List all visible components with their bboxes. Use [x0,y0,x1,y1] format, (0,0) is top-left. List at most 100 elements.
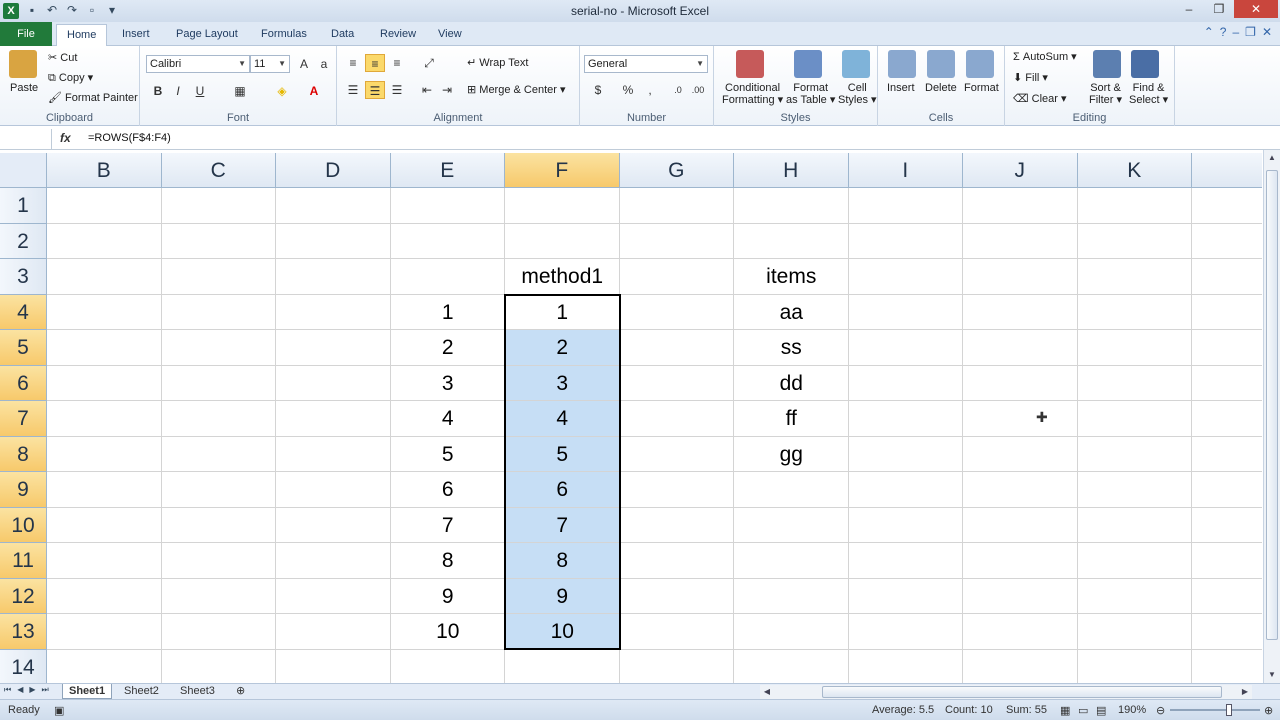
clear-button[interactable]: ⌫ Clear ▾ [1013,92,1067,105]
scroll-right-icon[interactable]: ▶ [1238,685,1252,699]
doc-close-icon[interactable]: ✕ [1262,25,1272,39]
zoom-in-icon[interactable]: ⊕ [1264,704,1273,717]
delete-cells-icon[interactable] [927,50,955,78]
row-header-8[interactable]: 8 [0,436,47,472]
font-name-select[interactable]: Calibri ▼ [146,55,250,73]
cell-f3[interactable]: method1 [505,259,620,295]
underline-button[interactable]: U [190,82,210,100]
increase-decimal-icon[interactable]: .0 [668,81,688,99]
tab-home[interactable]: Home [56,24,108,46]
cell-h3[interactable]: items [734,259,849,295]
select-all-corner[interactable] [0,153,47,188]
column-header-f[interactable]: F [505,153,620,188]
tab-page-layout[interactable]: Page Layout [166,24,248,46]
row-header-4[interactable]: 4 [0,294,47,330]
comma-button[interactable]: , [640,81,660,99]
find-select-button[interactable]: Find & Select ▾ [1129,82,1168,106]
column-header-j[interactable]: J [963,153,1078,188]
font-size-select[interactable]: 11 ▼ [250,55,290,73]
row-header-6[interactable]: 6 [0,365,47,401]
minimize-button[interactable]: – [1174,0,1204,18]
currency-icon[interactable]: $ [588,81,608,99]
find-select-icon[interactable] [1131,50,1159,78]
row-header-11[interactable]: 11 [0,543,47,579]
column-header-b[interactable]: B [47,153,162,188]
row-header-2[interactable]: 2 [0,223,47,259]
decrease-indent-icon[interactable]: ⇤ [417,81,437,99]
cell-h6[interactable]: dd [734,366,849,402]
italic-button[interactable]: I [168,82,188,100]
cell-h8[interactable]: gg [734,437,849,473]
column-header-k[interactable]: K [1077,153,1192,188]
merge-center-button[interactable]: ⊞ Merge & Center ▾ [467,83,566,96]
copy-button[interactable]: ⧉ Copy ▾ [48,71,93,85]
minimize-ribbon-icon[interactable]: ⌃ [1204,25,1214,39]
cell-e12[interactable]: 9 [391,579,506,615]
cell-e4[interactable]: 1 [391,295,506,331]
fill-button[interactable]: ⬇ Fill ▾ [1013,71,1048,84]
autosum-button[interactable]: Σ AutoSum ▾ [1013,50,1077,63]
grow-font-button[interactable]: A [294,55,314,73]
borders-icon[interactable]: ▦ [230,82,250,100]
cell-e13[interactable]: 10 [391,614,506,650]
percent-button[interactable]: % [618,81,638,99]
cell-e9[interactable]: 6 [391,472,506,508]
cut-button[interactable]: ✂ Cut [48,51,77,64]
decrease-decimal-icon[interactable]: .00 [688,81,708,99]
sheet-tab-sheet2[interactable]: Sheet2 [118,684,165,699]
tab-view[interactable]: View [428,24,472,46]
align-right-icon[interactable]: ☰ [387,81,407,99]
align-left-icon[interactable]: ☰ [343,81,363,99]
insert-cells-button[interactable]: Insert [887,82,915,94]
column-header-l[interactable]: L [1192,153,1262,188]
last-sheet-icon[interactable]: ⏭ [42,685,49,695]
new-sheet-icon[interactable]: ⊕ [230,684,251,699]
fill-color-icon[interactable]: ◈ [272,82,292,100]
column-header-h[interactable]: H [734,153,849,188]
column-header-e[interactable]: E [390,153,505,188]
horizontal-scrollbar[interactable]: ◀ ▶ [760,685,1252,699]
tab-insert[interactable]: Insert [112,24,160,46]
format-as-table-icon[interactable] [794,50,822,78]
format-cells-icon[interactable] [966,50,994,78]
insert-function-icon[interactable]: fx [60,131,71,145]
formula-input[interactable]: =ROWS(F$4:F4) [88,132,171,144]
name-box[interactable] [0,129,52,149]
font-color-icon[interactable]: A [304,82,324,100]
row-header-3[interactable]: 3 [0,259,47,295]
help-icon[interactable]: ? [1220,25,1227,39]
row-header-12[interactable]: 12 [0,578,47,614]
horizontal-scroll-thumb[interactable] [822,686,1222,698]
number-format-select[interactable]: General ▼ [584,55,708,73]
paste-button[interactable]: Paste [10,82,38,94]
zoom-slider-knob[interactable] [1226,704,1232,716]
cell-h5[interactable]: ss [734,330,849,366]
align-middle-icon[interactable]: ≡ [365,54,385,72]
cell-styles-button[interactable]: Cell Styles ▾ [838,82,877,106]
vertical-scrollbar[interactable]: ▲ ▼ [1263,150,1280,683]
doc-minimize-icon[interactable]: – [1232,25,1239,39]
column-header-g[interactable]: G [619,153,734,188]
page-break-view-icon[interactable]: ▤ [1096,704,1106,717]
bold-button[interactable]: B [148,82,168,100]
worksheet-grid[interactable]: BCDEFGHIJKL1234567891011121314method1ite… [0,153,1262,683]
normal-view-icon[interactable]: ▦ [1060,704,1070,717]
tab-formulas[interactable]: Formulas [251,24,317,46]
cell-e8[interactable]: 5 [391,437,506,473]
next-sheet-icon[interactable]: ▶ [29,685,35,695]
tab-review[interactable]: Review [370,24,426,46]
paste-icon[interactable] [9,50,37,78]
cell-e11[interactable]: 8 [391,543,506,579]
zoom-level[interactable]: 190% [1118,704,1146,716]
doc-restore-icon[interactable]: ❐ [1245,25,1256,39]
row-header-9[interactable]: 9 [0,472,47,508]
cell-e5[interactable]: 2 [391,330,506,366]
format-cells-button[interactable]: Format [964,82,999,94]
cell-e7[interactable]: 4 [391,401,506,437]
tab-data[interactable]: Data [321,24,364,46]
row-header-1[interactable]: 1 [0,188,47,224]
vertical-scroll-thumb[interactable] [1266,170,1278,640]
row-header-7[interactable]: 7 [0,401,47,437]
tab-file[interactable]: File [0,22,52,46]
align-bottom-icon[interactable]: ≡ [387,54,407,72]
